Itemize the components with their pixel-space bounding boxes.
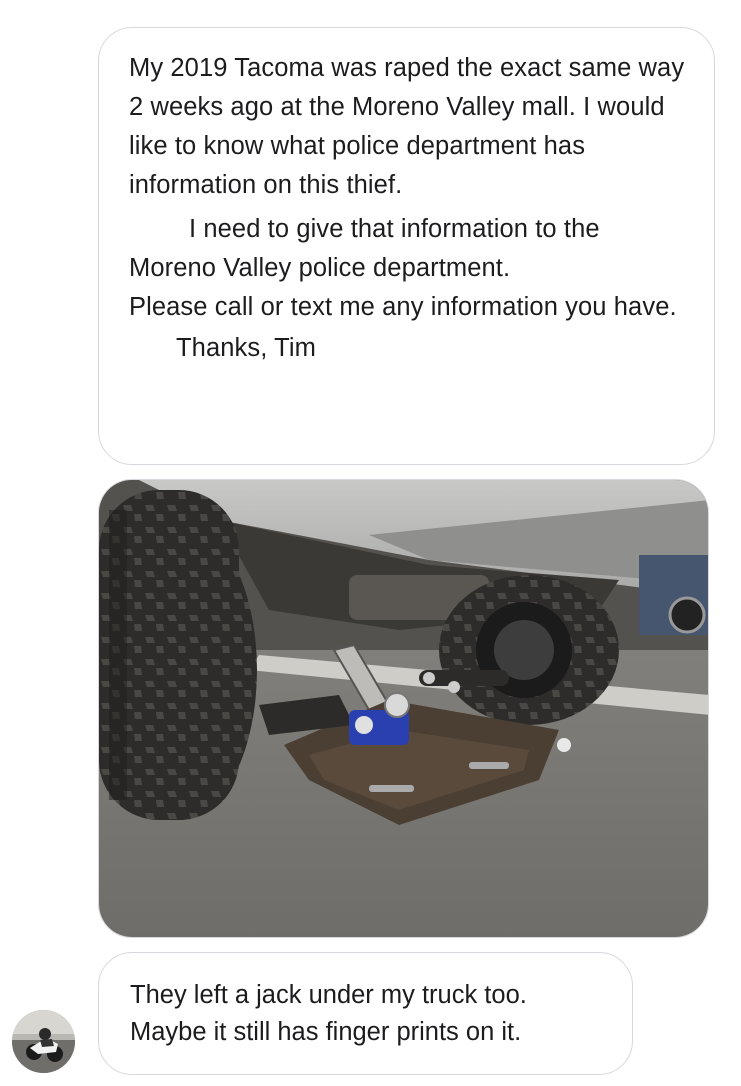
message-text-paragraph-3: Please call or text me any information y… <box>129 293 677 321</box>
message-text-paragraph-1: My 2019 Tacoma was raped the exact same … <box>129 54 685 199</box>
message-photo-attachment[interactable] <box>98 479 709 938</box>
message-bubble-incoming-1[interactable]: My 2019 Tacoma was raped the exact same … <box>98 27 715 465</box>
truck-underside-photo-icon <box>99 480 708 937</box>
message-text-signoff: Thanks, Tim <box>176 334 316 362</box>
message-text-paragraph-2: I need to give that information to the M… <box>129 215 600 282</box>
sender-avatar[interactable] <box>12 1010 75 1073</box>
motorcycle-rider-avatar-icon <box>12 1010 75 1073</box>
message-text-line-1: They left a jack under my truck too. <box>130 981 527 1009</box>
message-text-line-2: Maybe it still has finger prints on it. <box>130 1018 522 1046</box>
message-bubble-incoming-2[interactable]: They left a jack under my truck too. May… <box>98 952 633 1075</box>
